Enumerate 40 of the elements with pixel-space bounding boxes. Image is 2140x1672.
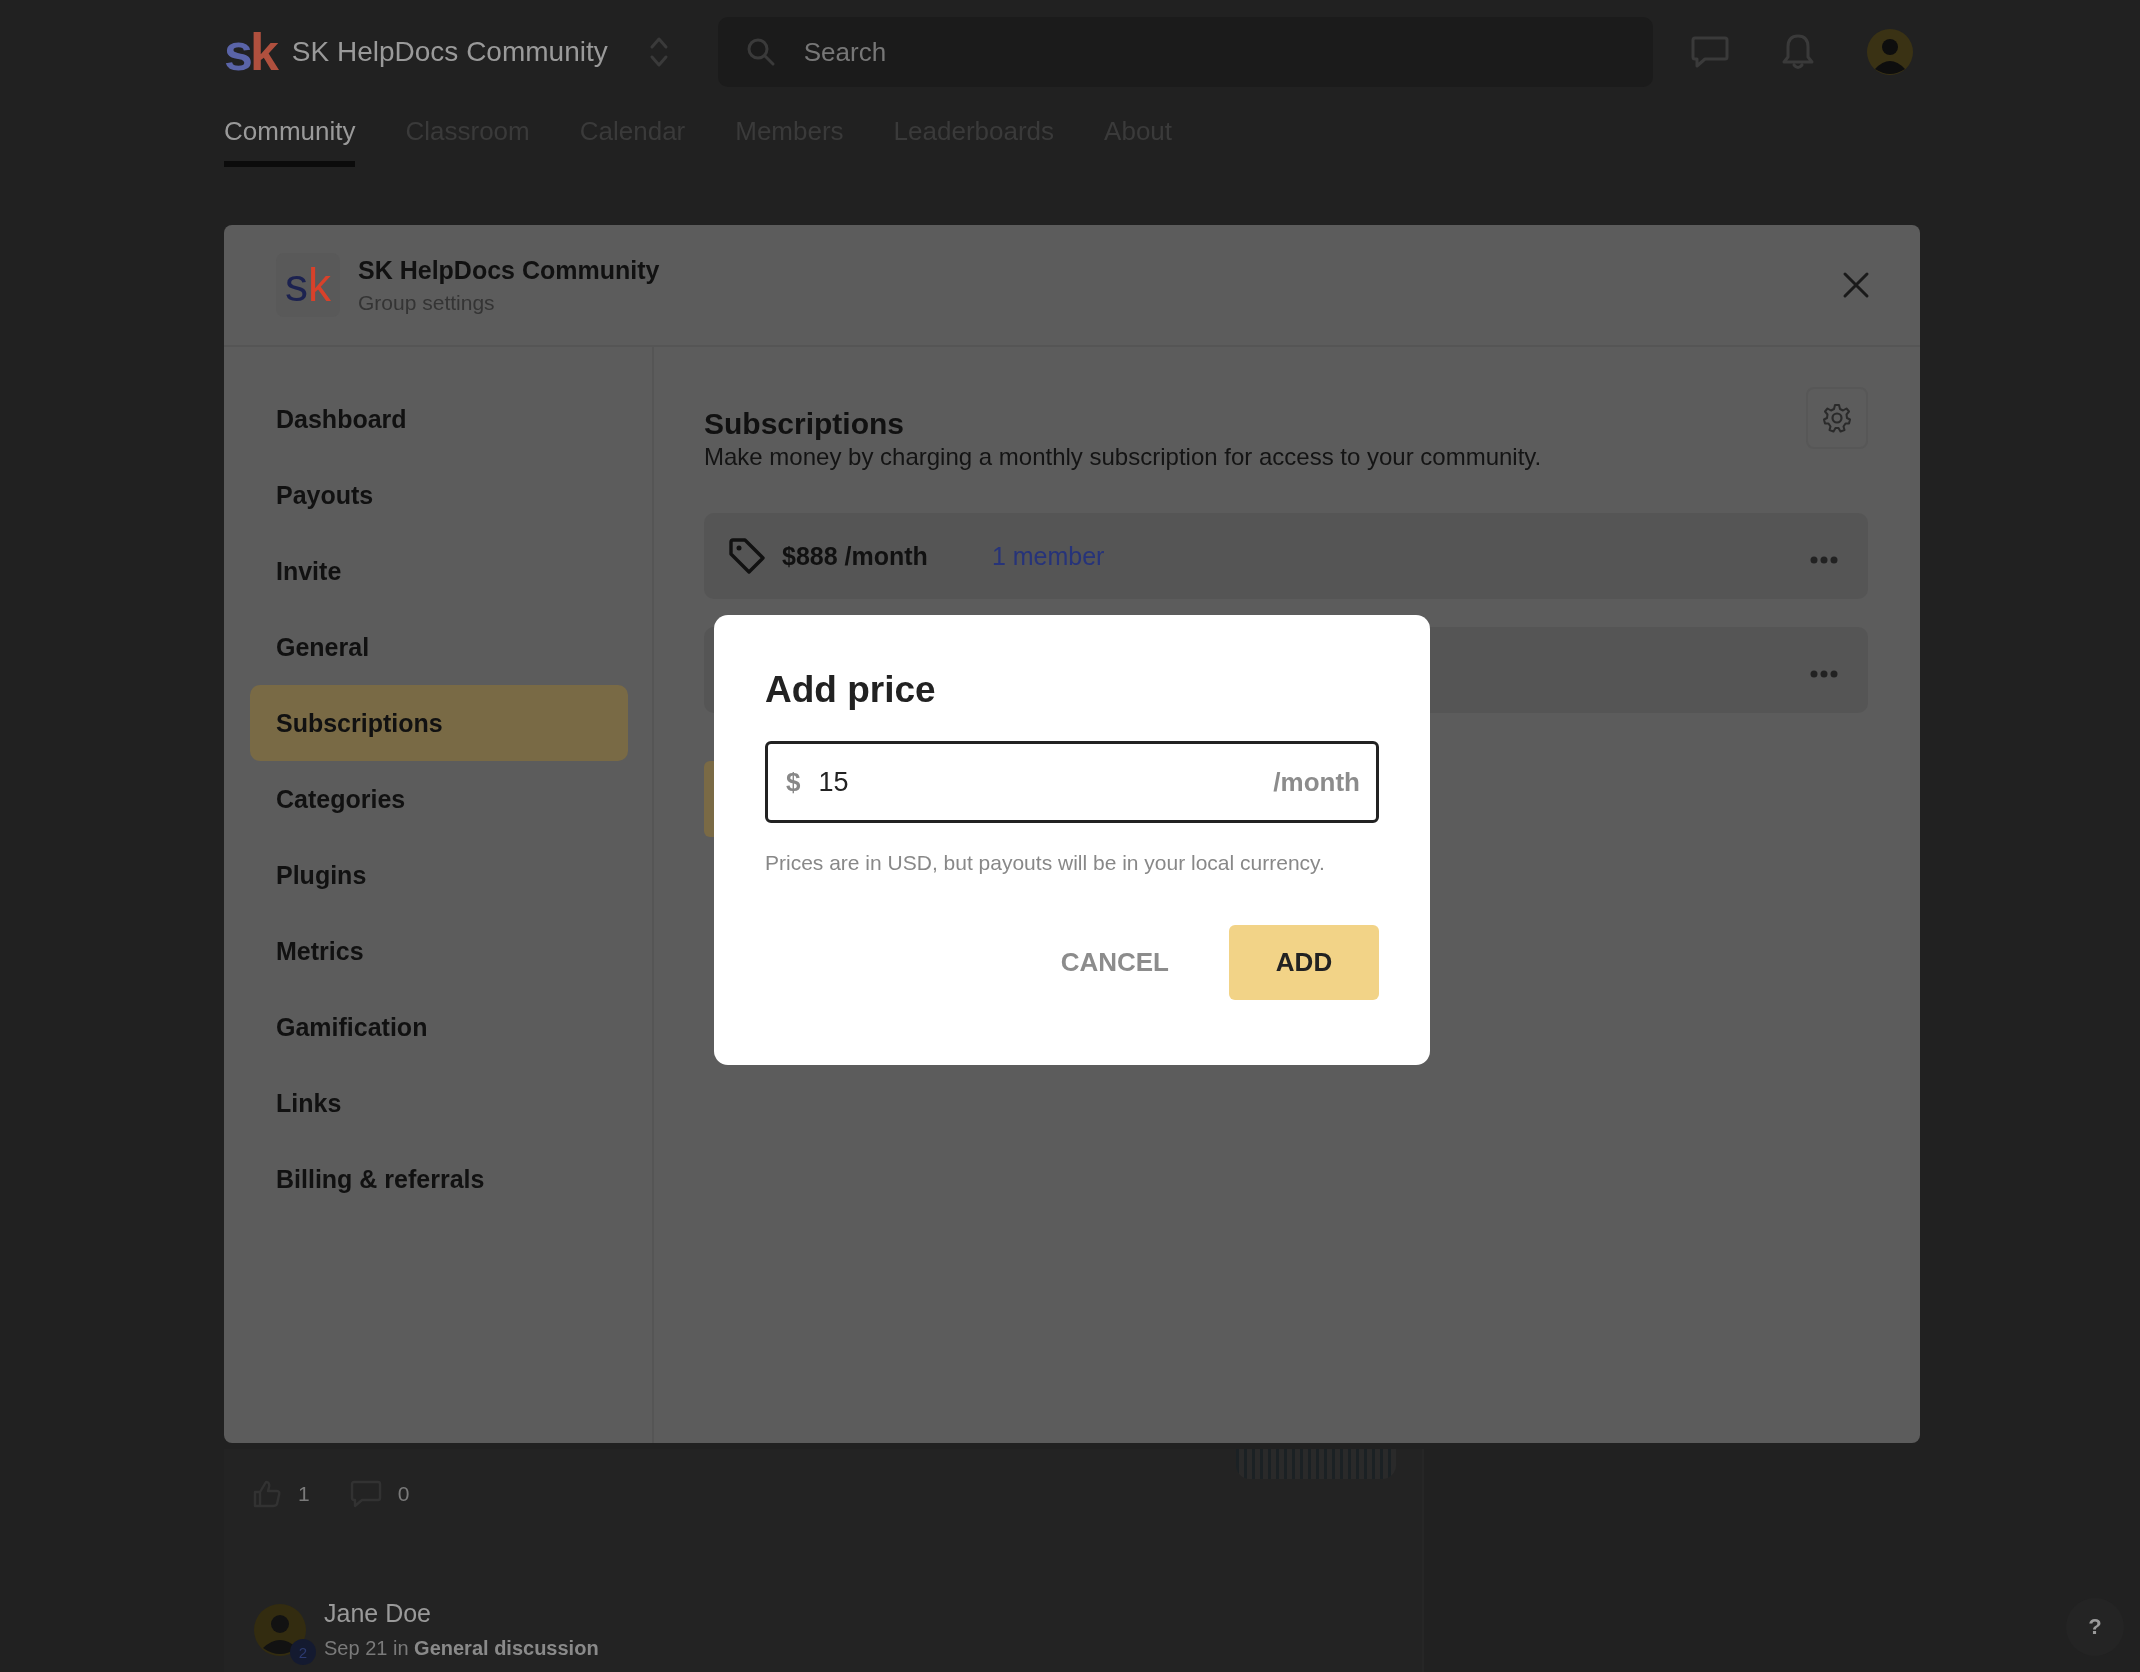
close-button[interactable]	[1842, 271, 1870, 299]
add-button[interactable]: ADD	[1229, 925, 1379, 1000]
period-suffix: /month	[1273, 766, 1360, 798]
search-field[interactable]: Search	[717, 17, 1653, 87]
community-logo: sk	[224, 26, 276, 78]
community-name: SK HelpDocs Community	[291, 36, 608, 68]
post-meta: Sep 21 in General discussion	[324, 1637, 599, 1660]
price-input-field[interactable]: $ 15 /month	[765, 741, 1379, 823]
settings-menu-item[interactable]: Payouts	[250, 457, 628, 533]
settings-menu-item[interactable]: Categories	[250, 761, 628, 837]
level-badge: 2	[290, 1639, 316, 1665]
gear-icon	[1822, 403, 1852, 433]
settings-menu-item[interactable]: Invite	[250, 533, 628, 609]
post-author[interactable]: Jane Doe	[324, 1599, 432, 1628]
chat-icon[interactable]	[1690, 35, 1729, 69]
avatar-icon[interactable]	[1866, 29, 1913, 75]
like-count: 1	[298, 1482, 310, 1506]
settings-button[interactable]	[1806, 387, 1868, 449]
price-amount: $888 /month	[782, 541, 928, 571]
dialog-title: Add price	[765, 669, 937, 711]
settings-menu-item[interactable]: Links	[250, 1065, 628, 1141]
comment-count: 0	[397, 1482, 410, 1506]
section-heading: Subscriptions	[704, 407, 905, 441]
search-icon	[745, 37, 776, 67]
search-input[interactable]: Search	[801, 35, 1406, 69]
helper-text: Prices are in USD, but payouts will be in your local currency.	[765, 851, 1326, 875]
settings-menu-item[interactable]: Subscriptions	[250, 685, 628, 761]
settings-menu-item[interactable]: General	[250, 609, 628, 685]
nav-tab[interactable]: Community	[224, 108, 356, 167]
group-name: SK HelpDocs Community	[358, 255, 660, 285]
settings-menu-item[interactable]: Dashboard	[250, 381, 628, 457]
avatar-icon[interactable]	[254, 1604, 306, 1656]
bell-icon[interactable]	[1780, 33, 1815, 71]
settings-menu-item[interactable]: Metrics	[250, 913, 628, 989]
tag-icon	[728, 537, 766, 575]
settings-menu-item[interactable]: Billing & referrals	[250, 1141, 628, 1217]
section-description: Make money by charging a monthly subscription for access to your community.	[704, 443, 1543, 471]
settings-menu-item[interactable]: Plugins	[250, 837, 628, 913]
currency-symbol: $	[786, 766, 801, 798]
settings-menu-item[interactable]: Gamification	[250, 989, 628, 1065]
